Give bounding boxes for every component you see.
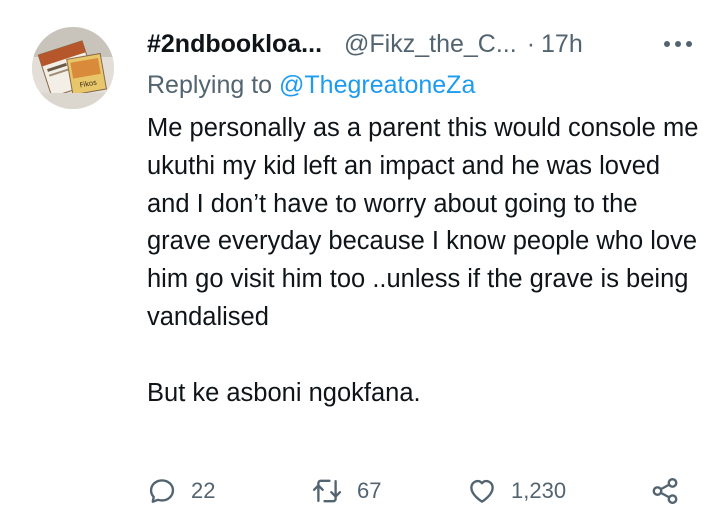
reply-button[interactable]: 22 — [147, 473, 215, 509]
timestamp[interactable]: 17h — [541, 26, 583, 62]
reply-count: 22 — [191, 478, 216, 503]
retweet-count: 67 — [357, 478, 382, 503]
tweet[interactable]: Fikos #2ndbookloa... @Fikz_the_C... · 17… — [0, 0, 720, 528]
avatar[interactable]: Fikos — [32, 27, 114, 109]
heart-icon — [470, 479, 494, 503]
replying-to-mention[interactable]: @ThegreatoneZa — [279, 71, 475, 99]
like-count: 1,230 — [511, 478, 567, 503]
replying-to-label: Replying to — [147, 71, 273, 99]
tweet-header: #2ndbookloa... @Fikz_the_C... · 17h — [147, 26, 696, 62]
replying-to-line: Replying to @ThegreatoneZa — [147, 67, 475, 103]
retweet-icon — [312, 479, 342, 503]
share-icon — [652, 477, 678, 505]
share-button[interactable] — [650, 473, 680, 509]
like-button[interactable]: 1,230 — [467, 473, 566, 509]
book-cover-avatar-icon: Fikos — [32, 27, 114, 109]
separator-dot: · — [526, 30, 536, 58]
reply-icon — [149, 479, 175, 503]
user-handle[interactable]: @Fikz_the_C... — [344, 26, 517, 62]
more-options-button[interactable] — [660, 26, 696, 62]
display-name[interactable]: #2ndbookloa... — [147, 26, 322, 62]
retweet-button[interactable]: 67 — [311, 473, 381, 509]
tweet-actions: 22 67 1,230 — [147, 473, 696, 509]
more-horizontal-icon — [664, 41, 692, 47]
tweet-text: Me personally as a parent this would con… — [147, 114, 699, 407]
